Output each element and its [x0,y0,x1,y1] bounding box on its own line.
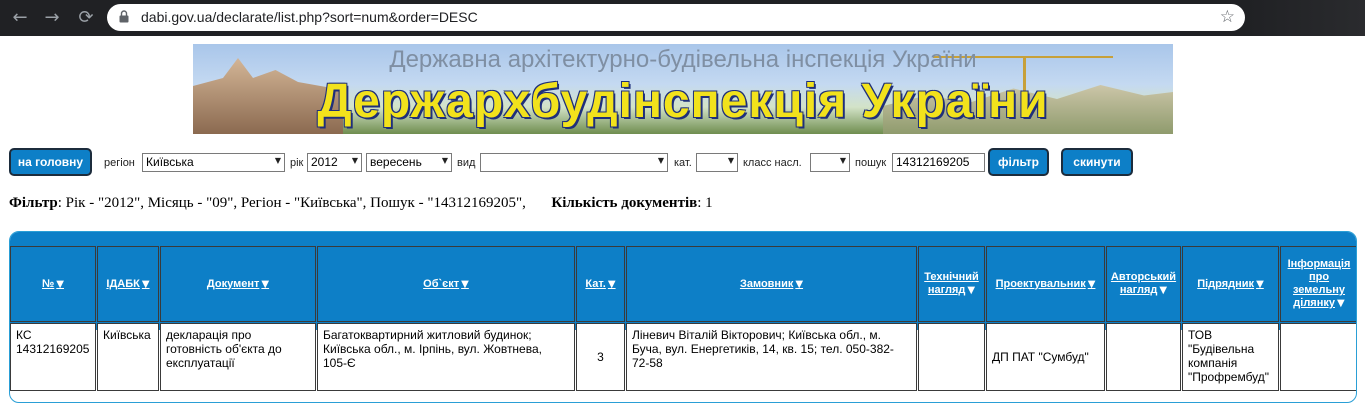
cell-author-supervision [1106,323,1181,391]
type-select[interactable] [480,153,668,172]
filter-summary: Фільтр: Рік - "2012", Місяць - "09", Рег… [9,195,713,212]
class-label: класс насл. [743,157,802,169]
cell-idabk: Київська [97,323,159,391]
filter-summary-label: Фільтр [9,195,58,211]
column-header-author-supervision[interactable]: Авторський нагляд ▼ [1106,246,1181,322]
column-header-category[interactable]: Кат. ▼ [576,246,625,322]
cell-tech-supervision [918,323,985,391]
reset-button[interactable]: скинути [1061,148,1133,176]
header-banner: Державна архітектурно-будівельна інспекц… [193,44,1173,134]
cell-designer: ДП ПАТ "Сумбуд" [986,323,1105,391]
type-label: вид [457,157,476,169]
class-select[interactable] [810,153,850,172]
document-count-label: Кількість документів [551,195,698,211]
cell-number: КС 14312169205 [10,323,96,391]
document-count-value: : 1 [697,195,713,211]
declarations-table: № ▼ ІДАБК ▼ Документ ▼ Об`єкт ▼ Кат. ▼ Замовн… [9,231,1357,403]
column-header-tech-supervision[interactable]: Технічний нагляд ▼ [918,246,985,322]
toolbar-extensions-area [1246,0,1365,36]
bookmark-star-icon[interactable]: ☆ [1220,7,1235,27]
column-header-land-info[interactable]: Інформація про земельну ділянку ▼ [1280,246,1356,322]
cell-document: декларація про готовність об'єкта до екс… [160,323,316,391]
search-label: пошук [855,157,887,169]
year-select[interactable]: 2012 [307,153,362,172]
cell-contractor: ТОВ "Будівельна компанія "Профрембуд" [1182,323,1279,391]
search-input[interactable]: 14312169205 [892,153,985,172]
home-button[interactable]: на головну [9,148,92,176]
region-label: регіон [104,157,135,169]
table-top-bar [10,232,1356,244]
category-label: кат. [674,157,692,169]
cell-customer: Ліневич Віталій Вікторович; Київська обл… [626,323,917,391]
column-header-document[interactable]: Документ ▼ [160,246,316,322]
column-header-object[interactable]: Об`єкт ▼ [317,246,575,322]
region-select[interactable]: Київська [142,153,285,172]
url-text: dabi.gov.ua/declarate/list.php?sort=num&… [141,9,478,25]
cell-category: 3 [576,323,625,391]
cell-object: Багатоквартирний житловий будинок; Київс… [317,323,575,391]
column-header-contractor[interactable]: Підрядник ▼ [1182,246,1279,322]
forward-arrow-icon[interactable]: → [40,6,64,30]
filter-summary-text: : Рік - "2012", Місяць - "09", Регіон - … [57,195,526,211]
banner-title: Держархбудінспекція України [317,75,1049,128]
banner-subtitle: Державна архітектурно-будівельна інспекц… [389,46,977,73]
category-select[interactable] [696,153,738,172]
address-bar[interactable]: dabi.gov.ua/declarate/list.php?sort=num&… [107,4,1245,31]
column-header-number[interactable]: № ▼ [10,246,96,322]
filter-button[interactable]: фільтр [988,148,1049,176]
month-select[interactable]: вересень [366,153,452,172]
cell-land-info [1280,323,1356,391]
column-header-customer[interactable]: Замовник ▼ [626,246,917,322]
back-arrow-icon[interactable]: ← [8,6,32,30]
column-header-designer[interactable]: Проектувальник ▼ [986,246,1105,322]
year-label: рік [290,157,304,169]
lock-icon [119,10,129,23]
browser-toolbar: ← → ⟳ dabi.gov.ua/declarate/list.php?sor… [0,0,1365,36]
column-header-idabk[interactable]: ІДАБК ▼ [97,246,159,322]
reload-icon[interactable]: ⟳ [74,6,98,30]
